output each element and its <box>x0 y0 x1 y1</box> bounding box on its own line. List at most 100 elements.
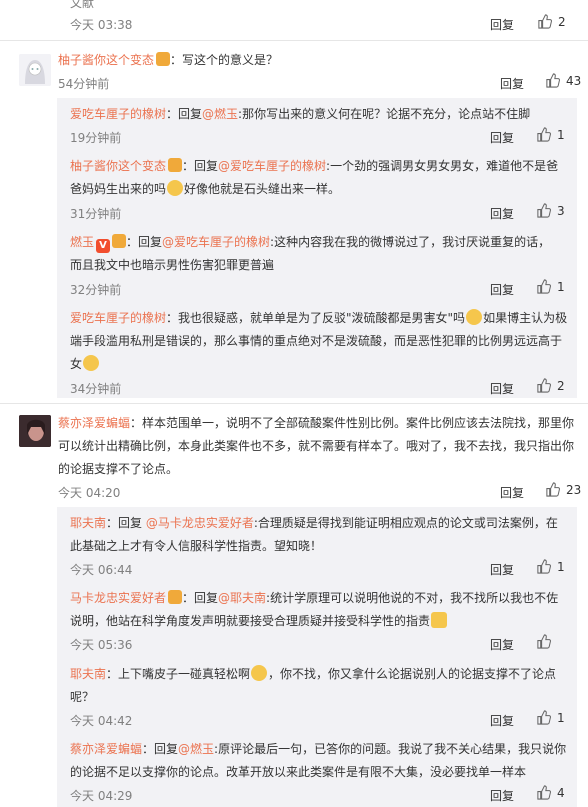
reply-item: 柚子酱你这个变态 ：回复@爱吃车厘子的橡树:一个劲的强调男女男女男女，难道他不是爸 <box>70 155 558 177</box>
like-count: 1 <box>557 710 565 725</box>
like-button[interactable]: 43 <box>545 73 581 88</box>
reply-text: ：回复 <box>182 159 219 173</box>
reply-username[interactable]: 柚子酱你这个变态 <box>70 159 166 173</box>
thumb-up-icon <box>538 14 552 29</box>
like-button[interactable]: 1 <box>536 127 565 142</box>
mention-link[interactable]: @马卡龙忠实爱好者 <box>146 516 254 530</box>
reply-username[interactable]: 爱吃车厘子的橡树 <box>70 311 166 325</box>
comment-text-line: 的论据支撑不了论点。 <box>58 462 179 476</box>
mention-link[interactable]: @爱吃车厘子的橡树 <box>218 159 326 173</box>
reply-item: 爱吃车厘子的橡树：我也很疑惑，就单单是为了反驳"泼硫酸都是男害女"吗 如果博主认为… <box>70 307 567 329</box>
reply-text: 爸妈妈生出来的吗 <box>70 182 167 196</box>
member-badge-icon <box>112 234 127 248</box>
comment-time: 54分钟前 <box>58 77 110 91</box>
thumb-up-icon <box>537 785 551 800</box>
reply-username[interactable]: 耶夫南 <box>70 516 106 530</box>
thumb-up-icon <box>546 73 560 88</box>
like-button[interactable]: 1 <box>536 559 565 574</box>
reply-text: :原评论最后一句，已答你的问题。我说了我不关心结果，我只说你 <box>214 742 567 756</box>
reply-username[interactable]: 爱吃车厘子的橡树 <box>70 107 166 121</box>
portrait-avatar-icon <box>19 415 51 447</box>
like-button[interactable]: 1 <box>536 710 565 725</box>
reply-button[interactable]: 回复 <box>490 380 514 397</box>
like-count: 3 <box>557 203 565 218</box>
top-reply-button[interactable]: 回复 <box>490 16 514 33</box>
reply-username[interactable]: 燃玉 <box>70 235 94 249</box>
reply-text: 说明，他站在科学角度发声明就要接受合理质疑并接受科学性的指责 <box>70 614 431 628</box>
reply-text-line: 而且我文中也暗示男性伤害犯罪更普遍 <box>70 258 275 272</box>
reply-text-line: 端手段滥用私刑是错误的，那么事情的重点绝对不是泼硫酸，而是恶性犯罪的比例男远远高… <box>70 334 563 348</box>
mention-link[interactable]: @爱吃车厘子的橡树 <box>162 235 270 249</box>
reply-text: ：回复 <box>126 235 163 249</box>
divider <box>0 40 588 41</box>
reply-username[interactable]: 蔡亦泽爱蝙蝠 <box>70 742 142 756</box>
avatar[interactable] <box>19 54 51 86</box>
reply-text: ：回复 <box>142 742 179 756</box>
like-button[interactable]: 2 <box>536 378 565 393</box>
comment-2: 蔡亦泽爱蝙蝠：样本范围单一，说明不了全部硫酸案件性别比例。案件比例应该去法院找，… <box>58 412 574 434</box>
thumb-up-icon <box>537 634 551 649</box>
reply-button[interactable]: 回复 <box>490 636 514 653</box>
reply-text: 女 <box>70 357 83 371</box>
reply-button[interactable]: 回复 <box>490 205 514 222</box>
reply-time: 今天 06:44 <box>70 563 133 577</box>
comment-1: 柚子酱你这个变态 ：写这个的意义是？ <box>58 49 278 71</box>
thumb-up-icon <box>537 559 551 574</box>
comment-text-line: 可以统计出精确比例，本身此类案件也不多，就不需要有样本了。哦对了，我不去找，我只… <box>58 439 575 453</box>
reply-time: 19分钟前 <box>70 131 122 145</box>
reply-item: 燃玉 V ：回复@爱吃车厘子的橡树:这种内容我在我的微博说过了，我讨厌说重复的话， <box>70 231 550 253</box>
reply-button[interactable]: 回复 <box>490 561 514 578</box>
reply-button[interactable]: 回复 <box>500 75 524 92</box>
comment-username[interactable]: 蔡亦泽爱蝙蝠 <box>58 416 130 430</box>
like-button[interactable]: 23 <box>545 482 581 497</box>
avatar[interactable] <box>19 415 51 447</box>
like-button[interactable] <box>536 634 557 649</box>
like-button[interactable]: 1 <box>536 279 565 294</box>
like-count: 43 <box>566 73 582 88</box>
like-button[interactable]: 4 <box>536 785 565 800</box>
reply-text: :那你写出来的意义何在呢？论据不充分，论点站不住脚 <box>238 107 531 121</box>
top-like-count: 2 <box>558 14 566 29</box>
comment-username[interactable]: 柚子酱你这个变态 <box>58 53 154 67</box>
reply-text: 如果博主认为极 <box>483 311 568 325</box>
reply-text: ：上下嘴皮子一碰真轻松啊 <box>106 667 251 681</box>
reply-text: ：回复 <box>182 591 219 605</box>
comment-text: ：样本范围单一，说明不了全部硫酸案件性别比例。案件比例应该去法院找，那里你 <box>130 416 575 430</box>
reply-button[interactable]: 回复 <box>490 129 514 146</box>
thumb-up-icon <box>537 710 551 725</box>
comment-time: 今天 04:20 <box>58 486 121 500</box>
reply-item: 爱吃车厘子的橡树：回复@燃玉:那你写出来的意义何在呢？论据不充分，论点站不住脚 <box>70 103 530 125</box>
mention-link[interactable]: @燃玉 <box>202 107 238 121</box>
thumb-up-icon <box>537 279 551 294</box>
sweat-emoji-icon <box>83 355 100 371</box>
top-fragment-text: 文献 <box>70 0 95 10</box>
like-count: 23 <box>566 482 582 497</box>
reply-username[interactable]: 耶夫南 <box>70 667 106 681</box>
smirk-emoji-icon <box>167 180 184 196</box>
reply-item: 耶夫南：回复 @马卡龙忠实爱好者:合理质疑是得找到能证明相应观点的论文或司法案例… <box>70 512 558 534</box>
shocked-emoji-icon <box>251 665 268 681</box>
member-badge-icon <box>168 590 183 604</box>
reply-time: 32分钟前 <box>70 283 122 297</box>
reply-button[interactable]: 回复 <box>500 484 524 501</box>
reply-text: ，你不找，你又拿什么论据说别人的论据支撑不了论点 <box>268 667 557 681</box>
reply-text: ：回复 <box>166 107 203 121</box>
top-like-button[interactable]: 2 <box>537 14 566 29</box>
reply-username[interactable]: 马卡龙忠实爱好者 <box>70 591 166 605</box>
reply-text: ：回复 <box>106 516 146 530</box>
like-button[interactable]: 3 <box>536 203 565 218</box>
verified-v-icon: V <box>96 239 111 253</box>
reply-button[interactable]: 回复 <box>490 281 514 298</box>
thinking-emoji-icon <box>466 309 483 325</box>
mention-link[interactable]: @燃玉 <box>178 742 214 756</box>
victory-hand-icon <box>431 612 448 628</box>
reply-text-line: 说明，他站在科学角度发声明就要接受合理质疑并接受科学性的指责 <box>70 610 448 632</box>
reply-item: 耶夫南：上下嘴皮子一碰真轻松啊 ，你不找，你又拿什么论据说别人的论据支撑不了论点 <box>70 663 556 685</box>
reply-text: :统计学原理可以说明他说的不对，我不找所以我也不佐 <box>266 591 559 605</box>
top-time: 今天 03:38 <box>70 18 133 32</box>
mention-link[interactable]: @耶夫南 <box>218 591 266 605</box>
reply-text-line: 此基础之上才有令人信服科学性指责。望知晓！ <box>70 539 323 553</box>
reply-button[interactable]: 回复 <box>490 787 514 804</box>
reply-button[interactable]: 回复 <box>490 712 514 729</box>
like-count: 1 <box>557 279 565 294</box>
